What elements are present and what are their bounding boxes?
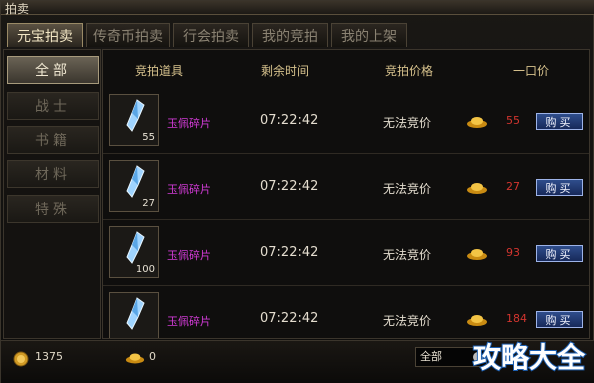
gold-ingot-icon — [467, 249, 487, 260]
tab-guild-auction[interactable]: 行会拍卖 — [173, 23, 249, 47]
category-all[interactable]: 全部 — [7, 56, 99, 84]
tab-my-listings[interactable]: 我的上架 — [331, 23, 407, 47]
buy-button[interactable]: 购买 — [536, 113, 583, 130]
item-name: 玉佩碎片 — [167, 249, 211, 262]
tab-my-bids[interactable]: 我的竞拍 — [252, 23, 328, 47]
buy-button[interactable]: 购买 — [536, 245, 583, 262]
watermark-logo: 攻略大全 — [472, 340, 587, 375]
header-time: 剩余时间 — [261, 64, 310, 78]
crystal-shard-icon — [126, 99, 145, 132]
category-materials[interactable]: 材料 — [7, 160, 99, 188]
tab-coin-auction[interactable]: 传奇币拍卖 — [86, 23, 170, 47]
remaining-time: 07:22:42 — [260, 113, 319, 128]
gold-ingot-icon — [467, 183, 487, 194]
bid-status: 无法竞价 — [383, 116, 432, 130]
item-slot[interactable]: 100 — [109, 226, 159, 278]
item-slot[interactable]: 55 — [109, 94, 159, 146]
item-slot[interactable]: 27 — [109, 160, 159, 212]
item-quantity: 27 — [142, 198, 155, 209]
filter-value: 全部 — [420, 350, 442, 363]
remaining-time: 07:22:42 — [260, 245, 319, 260]
category-books[interactable]: 书籍 — [7, 126, 99, 154]
table-row[interactable]: 玉佩碎片 07:22:42 无法竞价 184 购买 — [103, 286, 589, 338]
crystal-shard-icon — [126, 231, 145, 264]
remaining-time: 07:22:42 — [260, 179, 319, 194]
gold-ingot-icon — [467, 117, 487, 128]
item-name: 玉佩碎片 — [167, 315, 211, 328]
table-header: 竞拍道具 剩余时间 竞拍价格 一口价 — [103, 50, 589, 88]
category-warrior[interactable]: 战士 — [7, 92, 99, 120]
auction-window: 拍卖 元宝拍卖 传奇币拍卖 行会拍卖 我的竞拍 我的上架 全部 战士 书籍 材料… — [0, 0, 594, 383]
gold-ingot-icon — [467, 315, 487, 326]
category-sidebar: 全部 战士 书籍 材料 特殊 — [3, 49, 101, 339]
item-slot[interactable] — [109, 292, 159, 338]
header-item: 竞拍道具 — [135, 64, 184, 78]
category-special[interactable]: 特殊 — [7, 195, 99, 223]
auction-table: 竞拍道具 剩余时间 竞拍价格 一口价 55 玉佩碎片 07:22:42 无法竞价… — [102, 49, 590, 339]
bid-status: 无法竞价 — [383, 248, 432, 262]
buyout-price: 93 — [506, 246, 520, 259]
window-title: 拍卖 — [5, 2, 30, 16]
table-row[interactable]: 27 玉佩碎片 07:22:42 无法竞价 27 购买 — [103, 154, 589, 220]
currency-bar: 1375 0 全部 攻略大全 — [1, 340, 594, 383]
table-row[interactable]: 100 玉佩碎片 07:22:42 无法竞价 93 购买 — [103, 220, 589, 286]
buyout-price: 27 — [506, 180, 520, 193]
svg-text:攻略大全: 攻略大全 — [473, 341, 586, 374]
buyout-price: 55 — [506, 114, 520, 127]
header-bid: 竞拍价格 — [385, 64, 434, 78]
item-quantity: 55 — [142, 132, 155, 143]
table-row[interactable]: 55 玉佩碎片 07:22:42 无法竞价 55 购买 — [103, 88, 589, 154]
bid-status: 无法竞价 — [383, 182, 432, 196]
gold-coin-icon — [13, 351, 29, 367]
item-name: 玉佩碎片 — [167, 183, 211, 196]
auction-tabs: 元宝拍卖 传奇币拍卖 行会拍卖 我的竞拍 我的上架 — [7, 23, 407, 49]
item-name: 玉佩碎片 — [167, 117, 211, 130]
buy-button[interactable]: 购买 — [536, 179, 583, 196]
yuanbao-amount: 0 — [149, 350, 156, 363]
crystal-shard-icon — [126, 165, 145, 198]
remaining-time: 07:22:42 — [260, 311, 319, 326]
buy-button[interactable]: 购买 — [536, 311, 583, 328]
gold-amount: 1375 — [35, 350, 63, 363]
bid-status: 无法竞价 — [383, 314, 432, 328]
title-bar: 拍卖 — [1, 1, 594, 16]
item-quantity: 100 — [135, 264, 155, 275]
tab-yuanbao-auction[interactable]: 元宝拍卖 — [7, 23, 83, 47]
gold-ingot-icon — [125, 353, 145, 364]
header-buyout: 一口价 — [513, 64, 550, 78]
crystal-shard-icon — [126, 297, 145, 330]
buyout-price: 184 — [506, 312, 527, 325]
